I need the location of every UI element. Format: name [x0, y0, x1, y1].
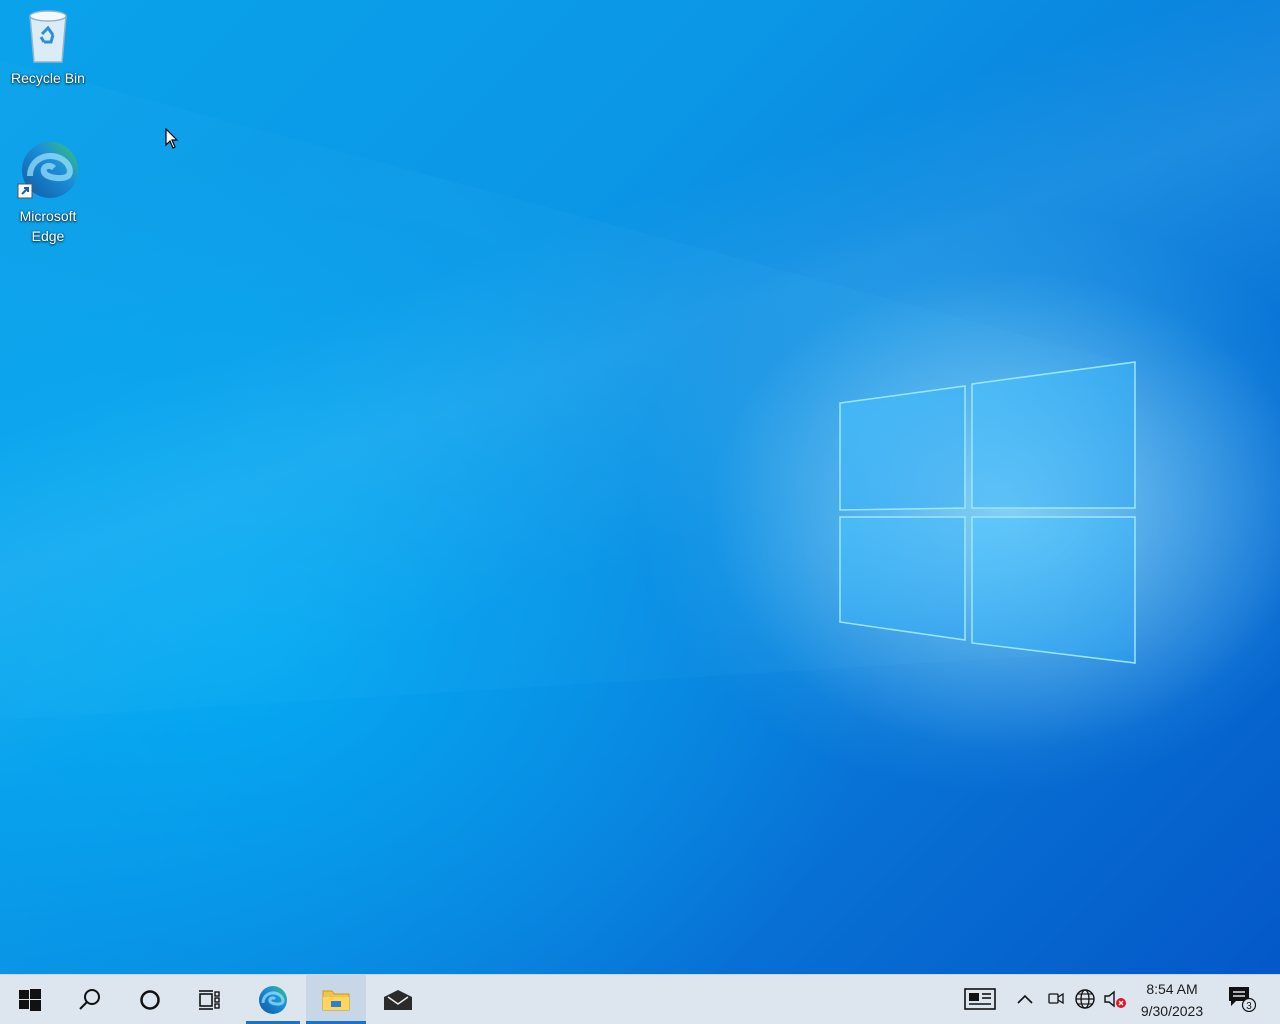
action-center-button[interactable]: 3 — [1224, 986, 1258, 1012]
globe-network-icon — [1075, 989, 1095, 1009]
mouse-cursor-icon — [165, 128, 179, 149]
volume-muted-icon — [1104, 990, 1126, 1008]
notifications-count: 3 — [1246, 1001, 1252, 1012]
notifications-icon: 3 — [1229, 987, 1256, 1012]
clock-date: 9/30/2023 — [1140, 1003, 1204, 1019]
meet-now-icon — [1048, 992, 1064, 1005]
volume-button[interactable] — [1102, 987, 1128, 1011]
clock-time: 8:54 AM — [1146, 981, 1198, 997]
edge-icon — [17, 142, 78, 199]
taskbar-app-file-explorer[interactable] — [306, 975, 366, 1024]
news-widget-icon — [964, 988, 996, 1010]
cortana-button[interactable] — [120, 975, 180, 1024]
cortana-circle-icon — [140, 989, 160, 1010]
desktop[interactable]: Recycle Bin Microsoft Edge — [0, 0, 1280, 974]
clock[interactable]: 8:54 AM 9/30/2023 — [1132, 978, 1212, 1022]
windows-start-icon — [19, 988, 41, 1011]
search-icon — [79, 988, 100, 1010]
meet-now-button[interactable] — [1045, 987, 1067, 1011]
network-button[interactable] — [1072, 987, 1098, 1011]
desktop-icon-microsoft-edge[interactable]: Microsoft Edge — [6, 138, 90, 246]
edge-icon — [259, 985, 287, 1014]
desktop-icon-label: Recycle Bin — [11, 70, 85, 86]
chevron-up-icon — [1017, 994, 1033, 1004]
windows-logo-wallpaper — [0, 60, 1280, 750]
show-hidden-icons-button[interactable] — [1013, 987, 1037, 1011]
folder-icon — [322, 990, 350, 1010]
search-button[interactable] — [60, 975, 120, 1024]
task-view-button[interactable] — [180, 975, 240, 1024]
mail-icon — [384, 989, 412, 1010]
taskbar-app-edge[interactable] — [246, 975, 300, 1024]
news-widget-button[interactable] — [962, 987, 998, 1011]
taskbar-app-mail[interactable] — [368, 975, 428, 1024]
task-view-icon — [199, 989, 220, 1010]
recycle-bin-icon — [29, 10, 67, 63]
start-button[interactable] — [0, 975, 60, 1024]
taskbar: 8:54 AM 9/30/2023 3 — [0, 974, 1280, 1024]
desktop-icon-recycle-bin[interactable]: Recycle Bin — [6, 6, 90, 88]
desktop-icon-label: Microsoft Edge — [19, 208, 77, 244]
